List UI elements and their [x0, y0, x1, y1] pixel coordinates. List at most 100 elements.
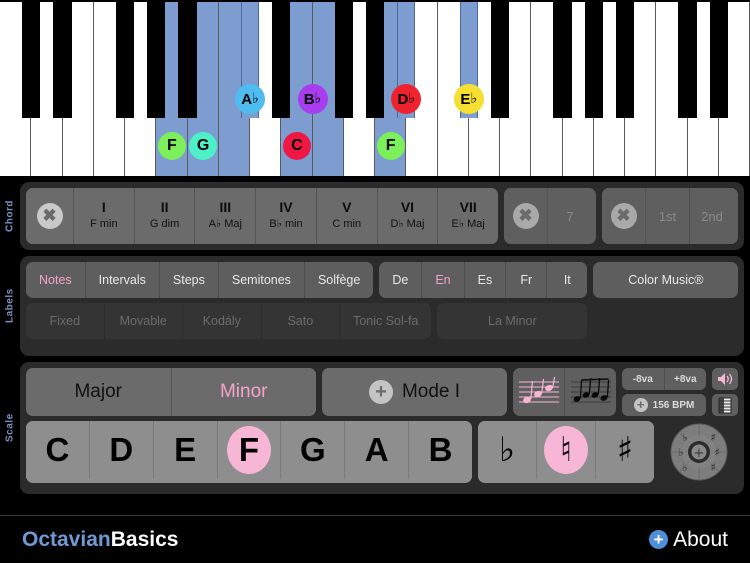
tempo-button[interactable]: + 156 BPM: [622, 394, 706, 416]
piano-black-key-11[interactable]: [365, 2, 385, 118]
piano-black-key-4[interactable]: [147, 2, 166, 118]
piano-black-key-0[interactable]: [22, 2, 41, 118]
note-button-f[interactable]: F: [217, 421, 282, 479]
speaker-icon: [718, 373, 733, 385]
solfege-kodaly-button[interactable]: Kodály: [183, 303, 262, 339]
note-letter-group[interactable]: C D E F G A B: [26, 421, 472, 483]
piano-note-marker-c-2: C: [282, 132, 311, 160]
inversion-group[interactable]: ✖ 1st 2nd: [602, 188, 738, 244]
staff-ascending-icon[interactable]: [513, 368, 565, 416]
chord-clear-button[interactable]: ✖: [26, 188, 74, 244]
speaker-button[interactable]: [712, 368, 738, 390]
plus-circle-icon: +: [649, 530, 669, 549]
language-en-button[interactable]: En: [422, 262, 465, 298]
mode-button[interactable]: + Mode I: [322, 368, 507, 416]
tempo-label: 156 BPM: [652, 399, 695, 411]
piano-black-key-21[interactable]: [678, 2, 697, 118]
inversion-2nd-button[interactable]: 2nd: [690, 188, 734, 244]
seventh-group[interactable]: ✖ 7: [504, 188, 596, 244]
chord-degree-group[interactable]: ✖ I F min II G dim III A♭ Maj IV B♭ min …: [26, 188, 498, 244]
naming-semitones-button[interactable]: Semitones: [218, 262, 305, 298]
naming-group[interactable]: Notes Intervals Steps Semitones Solfège: [26, 262, 374, 298]
la-minor-button[interactable]: La Minor: [437, 303, 588, 339]
piano-keyboard[interactable]: F G C F A ♭ B ♭ D ♭ E ♭: [0, 0, 750, 176]
language-fr-button[interactable]: Fr: [506, 262, 548, 298]
seventh-button[interactable]: 7: [548, 188, 592, 244]
solfege-system-group[interactable]: Fixed Movable Kodály Sato Tonic Sol-fa: [26, 303, 432, 339]
accidental-natural-button[interactable]: ♮: [537, 421, 596, 479]
scale-quality-group[interactable]: Major Minor: [26, 368, 316, 416]
piano-black-key-3[interactable]: [115, 2, 135, 118]
language-de-button[interactable]: De: [379, 262, 423, 298]
color-music-button[interactable]: Color Music®: [593, 262, 739, 298]
chord-degree-7[interactable]: VII E♭ Maj: [438, 188, 498, 244]
scale-minor-button[interactable]: Minor: [171, 368, 316, 416]
piano-black-key-5[interactable]: [178, 2, 197, 118]
staff-notes-icon[interactable]: [565, 368, 616, 416]
piano-black-key-17[interactable]: [553, 2, 572, 118]
scale-side-label: Scale: [4, 413, 16, 443]
solfege-tonic-solfa-button[interactable]: Tonic Sol-fa: [340, 303, 432, 339]
piano-black-key-10[interactable]: [334, 2, 353, 118]
octave-group[interactable]: -8va +8va: [622, 368, 706, 390]
inversion-1st-button[interactable]: 1st: [646, 188, 690, 244]
naming-solfege-button[interactable]: Solfège: [304, 262, 374, 298]
key-signature-wheel-icon: + ♭ ♭ ♭ ♯ ♯ ♯: [670, 423, 728, 481]
octave-down-button[interactable]: -8va: [622, 368, 665, 390]
close-icon: ✖: [610, 203, 637, 229]
piano-black-key-22[interactable]: [709, 2, 728, 118]
naming-steps-button[interactable]: Steps: [159, 262, 219, 298]
chord-degree-2[interactable]: II G dim: [134, 188, 196, 244]
naming-intervals-button[interactable]: Intervals: [85, 262, 160, 298]
language-group[interactable]: De En Es Fr It: [379, 262, 588, 298]
color-music-group[interactable]: Color Music®: [593, 262, 739, 298]
chord-numeral: VII: [459, 199, 477, 216]
brand-part-1: Octavian: [22, 527, 111, 551]
solfege-fixed-button[interactable]: Fixed: [26, 303, 105, 339]
accidental-sharp-button[interactable]: ♯: [596, 421, 654, 479]
piano-black-key-8[interactable]: [272, 2, 291, 118]
note-button-c[interactable]: C: [26, 421, 90, 479]
accidental-flat-button[interactable]: ♭: [478, 421, 537, 479]
scale-line-1: Major Minor + Mode I -8va +8va + 156 BPM: [26, 368, 738, 416]
inversion-clear-button[interactable]: ✖: [602, 188, 646, 244]
note-label: B: [428, 431, 453, 468]
svg-text:♯: ♯: [714, 446, 719, 459]
note-button-d[interactable]: D: [89, 421, 154, 479]
about-button[interactable]: + About: [649, 528, 728, 552]
piano-black-key-18[interactable]: [584, 2, 603, 118]
language-it-button[interactable]: It: [547, 262, 588, 298]
keyboard-display-button[interactable]: [712, 394, 738, 416]
svg-text:♯: ♯: [710, 461, 715, 474]
accidental-group[interactable]: ♭ ♮ ♯: [478, 421, 654, 483]
chord-degree-6[interactable]: VI D♭ Maj: [377, 188, 439, 244]
piano-black-key-19[interactable]: [615, 2, 635, 118]
chord-panel: ✖ I F min II G dim III A♭ Maj IV B♭ min …: [20, 182, 744, 250]
note-button-b[interactable]: B: [409, 421, 472, 479]
chord-degree-3[interactable]: III A♭ Maj: [195, 188, 257, 244]
chord-name: E♭ Maj: [451, 218, 485, 231]
chord-degree-5[interactable]: V C min: [316, 188, 378, 244]
note-label: A: [364, 431, 389, 468]
note-label: F: [238, 431, 260, 468]
chord-numeral: IV: [279, 199, 293, 216]
naming-notes-button[interactable]: Notes: [26, 262, 86, 298]
scale-major-button[interactable]: Major: [26, 368, 172, 416]
staff-view-group[interactable]: [513, 368, 616, 416]
piano-black-key-15[interactable]: [490, 2, 510, 118]
note-button-g[interactable]: G: [281, 421, 346, 479]
solfege-movable-button[interactable]: Movable: [104, 303, 184, 339]
octave-up-button[interactable]: +8va: [665, 368, 707, 390]
note-button-a[interactable]: A: [345, 421, 410, 479]
solfege-sato-button[interactable]: Sato: [261, 303, 341, 339]
minor-mode-group[interactable]: La Minor: [437, 303, 588, 339]
seventh-clear-button[interactable]: ✖: [504, 188, 548, 244]
key-signature-wheel-button[interactable]: + ♭ ♭ ♭ ♯ ♯ ♯: [660, 421, 738, 483]
chord-degree-4[interactable]: IV B♭ min: [256, 188, 317, 244]
note-label: C: [45, 431, 70, 468]
chord-degree-1[interactable]: I F min: [74, 188, 135, 244]
language-es-button[interactable]: Es: [464, 262, 507, 298]
piano-black-key-1[interactable]: [53, 2, 72, 118]
chord-side-label: Chord: [4, 200, 16, 232]
note-button-e[interactable]: E: [153, 421, 218, 479]
